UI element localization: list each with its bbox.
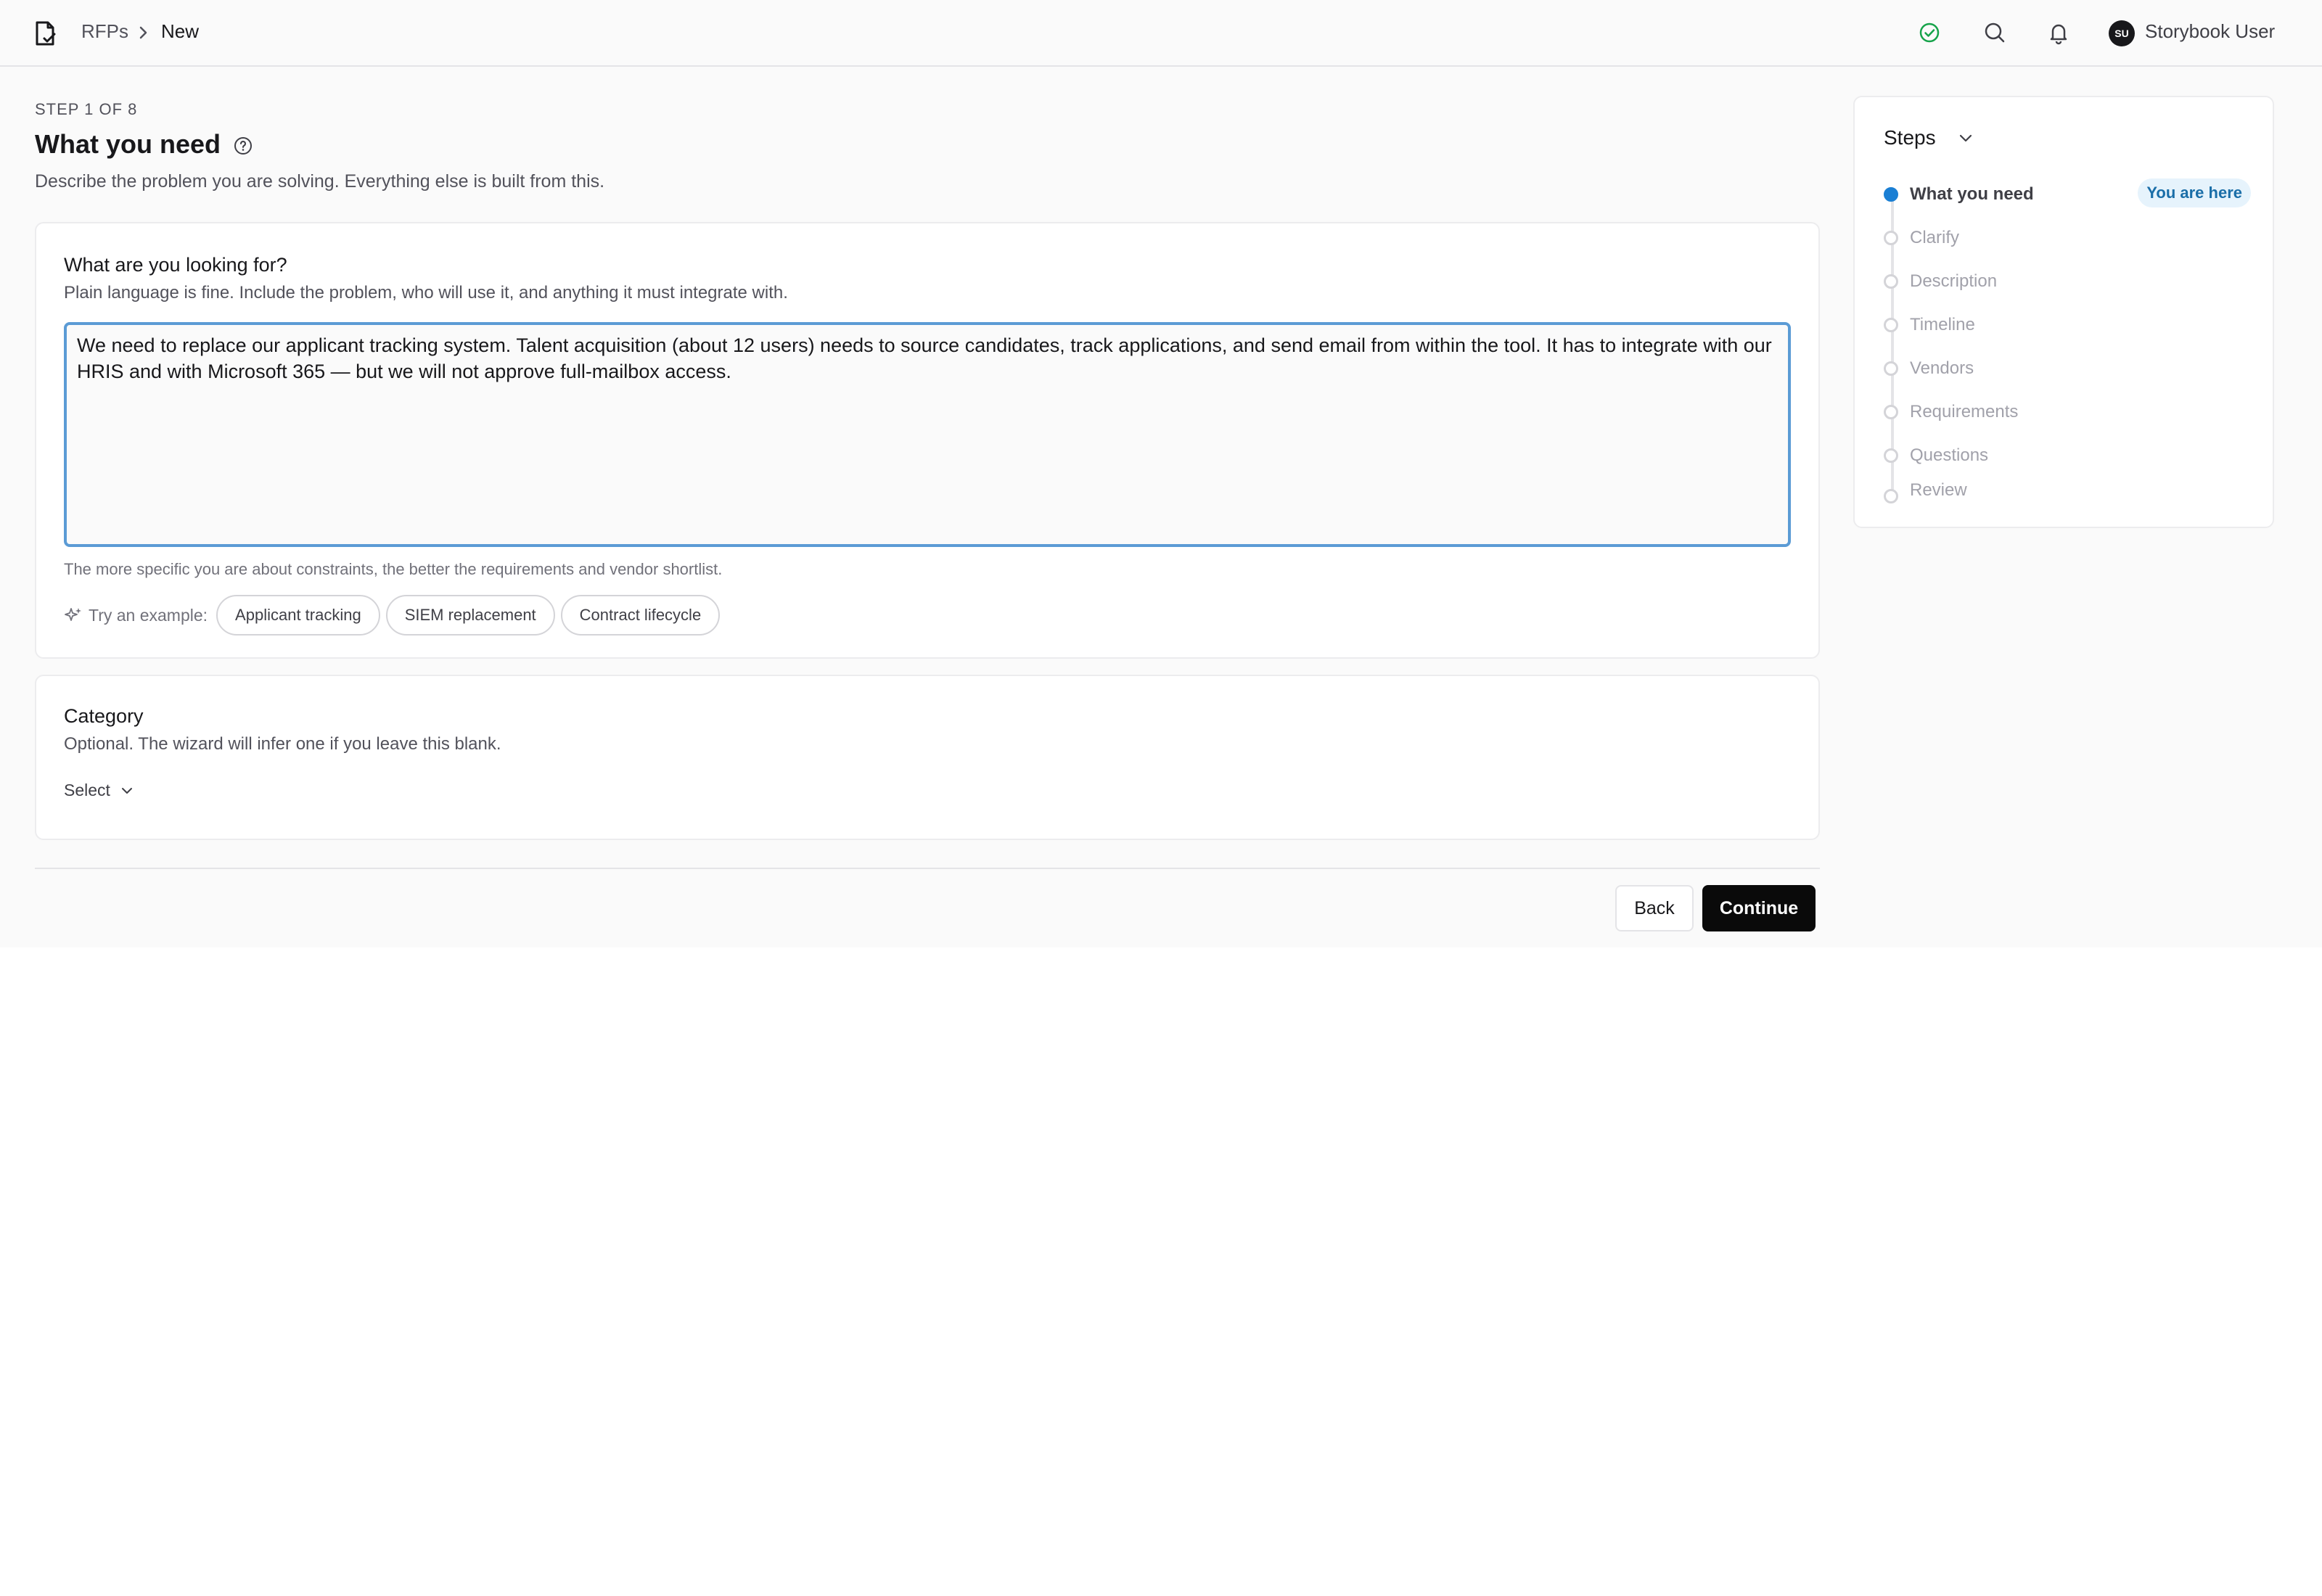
need-help: Plain language is fine. Include the prob… [64, 283, 788, 303]
step-marker [1884, 448, 1898, 463]
step-label: Description [1910, 271, 1998, 291]
document-check-icon[interactable] [30, 19, 60, 48]
avatar[interactable]: SU [2109, 20, 2135, 46]
search-icon[interactable] [1981, 19, 2009, 46]
step-label: What you need [1910, 184, 2034, 204]
chevron-right-icon [139, 26, 147, 39]
step-item-questions[interactable]: Questions [1881, 440, 2251, 472]
need-label: What are you looking for? [64, 254, 287, 276]
category-label: Category [64, 705, 144, 727]
step-item-clarify[interactable]: Clarify [1881, 222, 2251, 254]
step-marker [1884, 405, 1898, 419]
page-title: What you need [35, 129, 221, 159]
step-label: Timeline [1910, 315, 1975, 334]
help-circle-icon[interactable] [232, 135, 254, 157]
step-label: Clarify [1910, 228, 1960, 247]
page-subtitle: Describe the problem you are solving. Ev… [35, 171, 605, 192]
step-label: Review [1910, 480, 1967, 500]
chevron-down-icon [121, 787, 132, 794]
category-select-value: Select [64, 781, 110, 799]
step-label: Requirements [1910, 402, 2019, 421]
back-button[interactable]: Back [1615, 885, 1694, 931]
category-card: Category Optional. The wizard will infer… [35, 675, 1820, 840]
step-item-requirements[interactable]: Requirements [1881, 396, 2251, 428]
chevron-down-icon[interactable] [1956, 129, 1975, 148]
step-item-description[interactable]: Description [1881, 266, 2251, 297]
app-shell: RFPs New SU Storybook User STEP 1 OF 8 W… [0, 0, 2322, 947]
footer-divider [35, 868, 1820, 869]
current-step-badge: You are here [2138, 178, 2251, 207]
step-item-what-you-need[interactable]: What you need You are here [1881, 178, 2251, 210]
example-chip-contract-lifecycle[interactable]: Contract lifecycle [560, 595, 721, 635]
need-card: What are you looking for? Plain language… [35, 222, 1820, 659]
example-chip-applicant-tracking[interactable]: Applicant tracking [216, 595, 380, 635]
step-item-timeline[interactable]: Timeline [1881, 309, 2251, 341]
step-item-review[interactable]: Review [1881, 474, 2251, 506]
breadcrumb-current: New [161, 20, 200, 42]
step-label: Questions [1910, 445, 1989, 465]
steps-title[interactable]: Steps [1884, 126, 1936, 149]
steps-panel: Steps What you need You are here Clarify… [1853, 96, 2274, 528]
category-help: Optional. The wizard will infer one if y… [64, 734, 501, 754]
step-marker [1884, 361, 1898, 376]
example-chip-siem-replacement[interactable]: SIEM replacement [385, 595, 555, 635]
step-marker [1884, 318, 1898, 332]
category-select[interactable]: Select [64, 781, 135, 800]
top-bar: RFPs New SU Storybook User [0, 0, 2322, 67]
step-marker [1884, 274, 1898, 289]
check-circle-icon[interactable] [1916, 19, 1943, 46]
need-hint: The more specific you are about constrai… [64, 560, 723, 578]
bell-icon[interactable] [2045, 19, 2072, 46]
step-label: Vendors [1910, 358, 1974, 378]
continue-button[interactable]: Continue [1702, 885, 1816, 931]
breadcrumb-rfps[interactable]: RFPs [81, 20, 128, 43]
step-current-marker [1884, 187, 1898, 202]
step-marker [1884, 489, 1898, 503]
user-name[interactable]: Storybook User [2145, 20, 2275, 43]
step-item-vendors[interactable]: Vendors [1881, 353, 2251, 384]
sparkles-icon [65, 608, 81, 621]
need-textarea[interactable]: We need to replace our applicant trackin… [64, 322, 1791, 547]
examples-label: Try an example: [89, 605, 208, 625]
examples-row: Try an example: Applicant tracking SIEM … [64, 595, 721, 635]
step-marker [1884, 231, 1898, 245]
step-indicator: STEP 1 OF 8 [35, 100, 138, 118]
